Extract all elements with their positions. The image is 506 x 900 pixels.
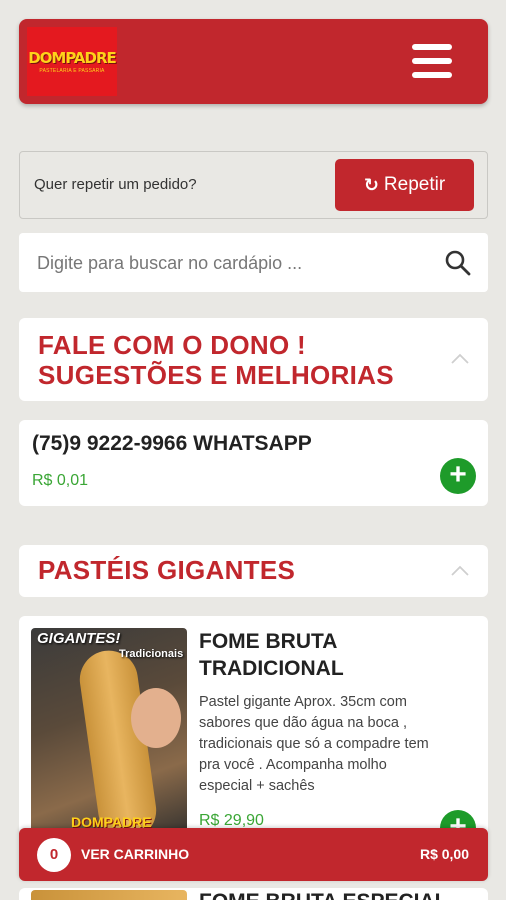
cart-total: R$ 0,00 [419, 846, 469, 862]
section-title-line2: SUGESTÕES E MELHORIAS [38, 360, 394, 390]
section-title: FALE COM O DONO ! SUGESTÕES E MELHORIAS [38, 330, 394, 390]
item-name-line2: TRADICIONAL [199, 657, 344, 680]
chevron-up-icon[interactable] [450, 565, 470, 577]
menu-bar [412, 58, 452, 64]
photo-headline: GIGANTES! [37, 630, 121, 647]
search-icon[interactable] [444, 249, 472, 277]
section-header-fale-com-o-dono[interactable]: FALE COM O DONO ! SUGESTÕES E MELHORIAS [19, 318, 488, 401]
description-line: sabores que dão água na boca , [199, 715, 407, 731]
chevron-up-icon[interactable] [450, 353, 470, 365]
description-line: tradicionais que só a compadre tem [199, 736, 429, 752]
cart-label: VER CARRINHO [81, 846, 190, 862]
item-name: FOME BRUTA TRADICIONAL [199, 628, 344, 682]
view-cart-button[interactable]: 0 VER CARRINHO R$ 0,00 [19, 828, 488, 881]
section-title: PASTÉIS GIGANTES [38, 555, 296, 585]
logo-text: DOMPADRE [28, 49, 117, 67]
description-line: especial + sachês [199, 778, 315, 794]
description-line: Pastel gigante Aprox. 35cm com [199, 694, 407, 710]
logo[interactable]: DOMPADRE PASTELARIA E PASSARIA [27, 27, 117, 96]
item-name-line1: FOME BRUTA [199, 630, 338, 653]
photo-subline: Tradicionais [119, 648, 184, 660]
item-photo: GIGANTES! Tradicionais DOMPADRE [31, 628, 187, 842]
person-image [131, 688, 181, 748]
menu-item-fome-bruta-especial[interactable]: FOME BRUTA ESPECIAL [19, 888, 488, 900]
repeat-order-panel: Quer repetir um pedido? ↻ Repetir [19, 151, 488, 219]
app-header: DOMPADRE PASTELARIA E PASSARIA [19, 19, 488, 104]
logo-subtext: PASTELARIA E PASSARIA [39, 68, 105, 74]
add-item-button[interactable]: + [440, 458, 476, 494]
item-price: R$ 0,01 [32, 472, 89, 489]
hamburger-menu-icon[interactable] [412, 44, 452, 78]
item-name: FOME BRUTA ESPECIAL [199, 890, 448, 900]
repeat-order-button[interactable]: ↻ Repetir [335, 159, 474, 211]
cart-count-badge: 0 [37, 838, 71, 872]
repeat-button-label: Repetir [383, 174, 446, 195]
menu-search-bar [19, 233, 488, 292]
menu-bar [412, 72, 452, 78]
repeat-order-prompt: Quer repetir um pedido? [34, 176, 197, 193]
description-line: pra você . Acompanha molho [199, 757, 387, 773]
section-header-pasteis-gigantes[interactable]: PASTÉIS GIGANTES [19, 545, 488, 597]
item-photo [31, 890, 187, 900]
menu-item-whatsapp[interactable]: (75)9 9222-9966 WHATSAPP R$ 0,01 + [19, 420, 488, 506]
menu-bar [412, 44, 452, 50]
search-input[interactable] [37, 248, 427, 278]
item-name: (75)9 9222-9966 WHATSAPP [32, 432, 312, 455]
refresh-icon: ↻ [363, 174, 379, 195]
item-description: Pastel gigante Aprox. 35cm com sabores q… [199, 692, 429, 797]
section-title-line1: FALE COM O DONO ! [38, 330, 306, 360]
